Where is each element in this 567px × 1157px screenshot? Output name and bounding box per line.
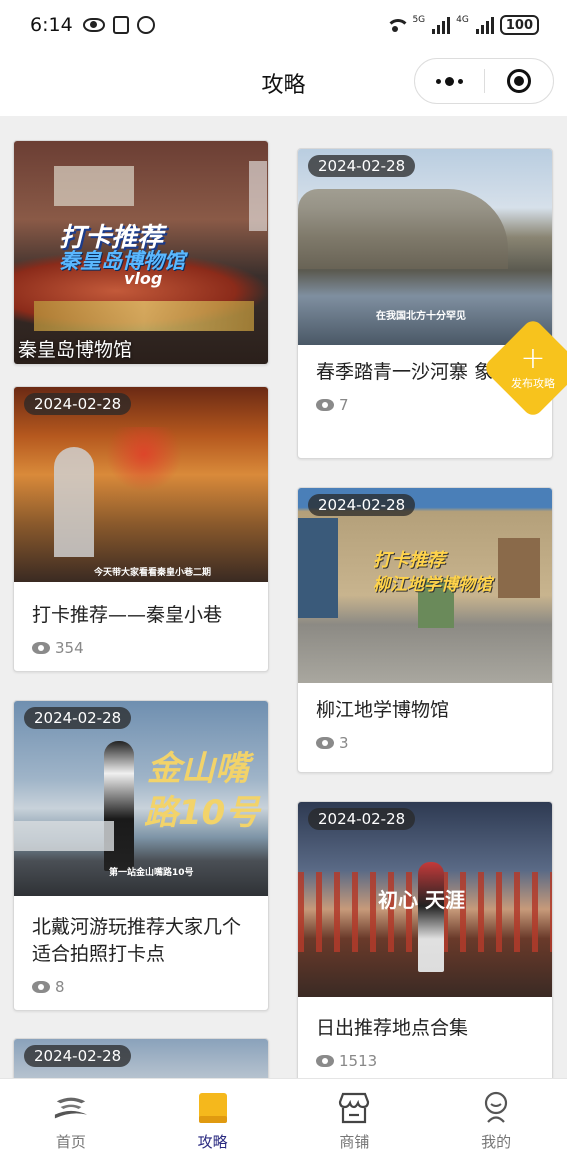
publish-label: 发布攻略 (511, 377, 555, 390)
publish-guide-button[interactable]: + 发布攻略 (497, 332, 567, 404)
guide-card[interactable]: 打卡推荐 秦皇岛博物馆 vlog 秦皇岛博物馆 (13, 140, 269, 365)
card-thumbnail: 2024-02-28 初心 天涯 (298, 802, 552, 997)
tab-label: 我的 (481, 1133, 512, 1151)
card-title: 打卡推荐——秦皇小巷 (32, 604, 223, 626)
card-thumbnail: 2024-02-28 (14, 1039, 268, 1078)
wifi-icon (384, 17, 411, 33)
card-thumbnail: 2024-02-28 金山嘴 路10号 第一站金山嘴路10号 (14, 701, 268, 896)
date-badge: 2024-02-28 (308, 494, 416, 516)
eye-icon (32, 981, 50, 993)
nfc-status-icon (112, 16, 129, 34)
home-logo-icon (53, 1091, 89, 1125)
date-badge: 2024-02-28 (308, 155, 416, 177)
thumb-overlay-text: 金山嘴 (147, 749, 249, 789)
guide-card[interactable]: 2024-02-28 金山嘴 路10号 第一站金山嘴路10号 北戴河游玩推荐大家… (13, 700, 269, 1011)
plus-icon: + (520, 341, 546, 376)
eye-icon (32, 642, 50, 654)
guide-card[interactable]: 2024-02-28 今天带大家看看秦皇小巷二期 打卡推荐——秦皇小巷 354 (13, 386, 269, 672)
eye-status-icon (82, 18, 105, 32)
card-thumbnail: 2024-02-28 打卡推荐 柳江地学博物馆 (298, 488, 552, 683)
card-thumbnail: 2024-02-28 今天带大家看看秦皇小巷二期 (14, 387, 268, 582)
nav-bar: 攻略 (0, 50, 567, 116)
status-time: 6:14 (30, 14, 73, 36)
view-count: 8 (32, 978, 250, 996)
date-badge: 2024-02-28 (308, 808, 416, 830)
status-bar: 6:14 5G 4G 100 (0, 0, 567, 50)
miniprogram-capsule (414, 58, 554, 104)
card-thumbnail: 打卡推荐 秦皇岛博物馆 vlog 秦皇岛博物馆 (14, 141, 268, 364)
guide-card[interactable]: 2024-02-28 初心 天涯 日出推荐地点合集 1513 (297, 801, 553, 1078)
signal-icon (475, 16, 494, 34)
tab-guides[interactable]: 攻略 (142, 1079, 284, 1157)
date-badge: 2024-02-28 (24, 1045, 132, 1067)
eye-icon (316, 1055, 334, 1067)
tab-label: 首页 (55, 1133, 86, 1151)
tab-bar: 首页 攻略 商铺 我的 (0, 1078, 567, 1157)
date-badge: 2024-02-28 (24, 393, 132, 415)
more-options-icon[interactable] (415, 76, 484, 86)
guide-feed[interactable]: 打卡推荐 秦皇岛博物馆 vlog 秦皇岛博物馆 2024-02-28 在我国北方… (0, 116, 567, 1078)
card-title: 北戴河游玩推荐大家几个适合拍照打卡点 (32, 916, 242, 965)
thumb-overlay-text: vlog (124, 269, 163, 288)
thumb-caption: 在我国北方十分罕见 (376, 311, 466, 322)
card-title: 秦皇岛博物馆 (18, 339, 133, 361)
book-icon (195, 1091, 231, 1125)
tab-label: 商铺 (339, 1133, 370, 1151)
tab-shops[interactable]: 商铺 (284, 1079, 426, 1157)
guide-card[interactable]: 2024-02-28 打卡推荐 柳江地学博物馆 柳江地学博物馆 3 (297, 487, 553, 773)
thumb-overlay-text: 秦皇岛博物馆 (59, 249, 185, 273)
signal-icon (432, 16, 451, 34)
eye-icon (316, 399, 334, 411)
view-count: 1513 (316, 1052, 534, 1070)
close-miniprogram-icon[interactable] (485, 69, 553, 93)
signal-4g-label: 4G (456, 15, 469, 25)
card-thumbnail: 2024-02-28 在我国北方十分罕见 (298, 149, 552, 345)
user-icon (478, 1091, 514, 1125)
thumb-overlay-text: 打卡推荐 (373, 550, 445, 571)
tab-profile[interactable]: 我的 (425, 1079, 567, 1157)
eye-icon (316, 737, 334, 749)
card-title: 柳江地学博物馆 (316, 699, 450, 721)
page-title: 攻略 (261, 73, 306, 98)
shop-icon (336, 1091, 372, 1125)
alarm-status-icon (136, 16, 155, 34)
tab-label: 攻略 (197, 1133, 228, 1151)
thumb-overlay-text: 路10号 (144, 793, 260, 833)
signal-5g-label: 5G (412, 15, 426, 25)
guide-card[interactable]: 2024-02-28 (13, 1038, 269, 1078)
guide-card[interactable]: 2024-02-28 在我国北方十分罕见 春季踏青一沙河寨 象山 7 (297, 148, 553, 459)
view-count: 354 (32, 639, 250, 657)
card-title: 日出推荐地点合集 (316, 1017, 469, 1039)
thumb-caption: 第一站金山嘴路10号 (109, 868, 194, 878)
thumb-overlay-text: 初心 天涯 (378, 888, 465, 912)
view-count: 3 (316, 734, 534, 752)
tab-home[interactable]: 首页 (0, 1079, 142, 1157)
thumb-overlay-text: 柳江地学博物馆 (373, 575, 492, 595)
thumb-caption: 今天带大家看看秦皇小巷二期 (94, 568, 212, 578)
date-badge: 2024-02-28 (24, 707, 132, 729)
battery-icon: 100 (499, 15, 539, 35)
